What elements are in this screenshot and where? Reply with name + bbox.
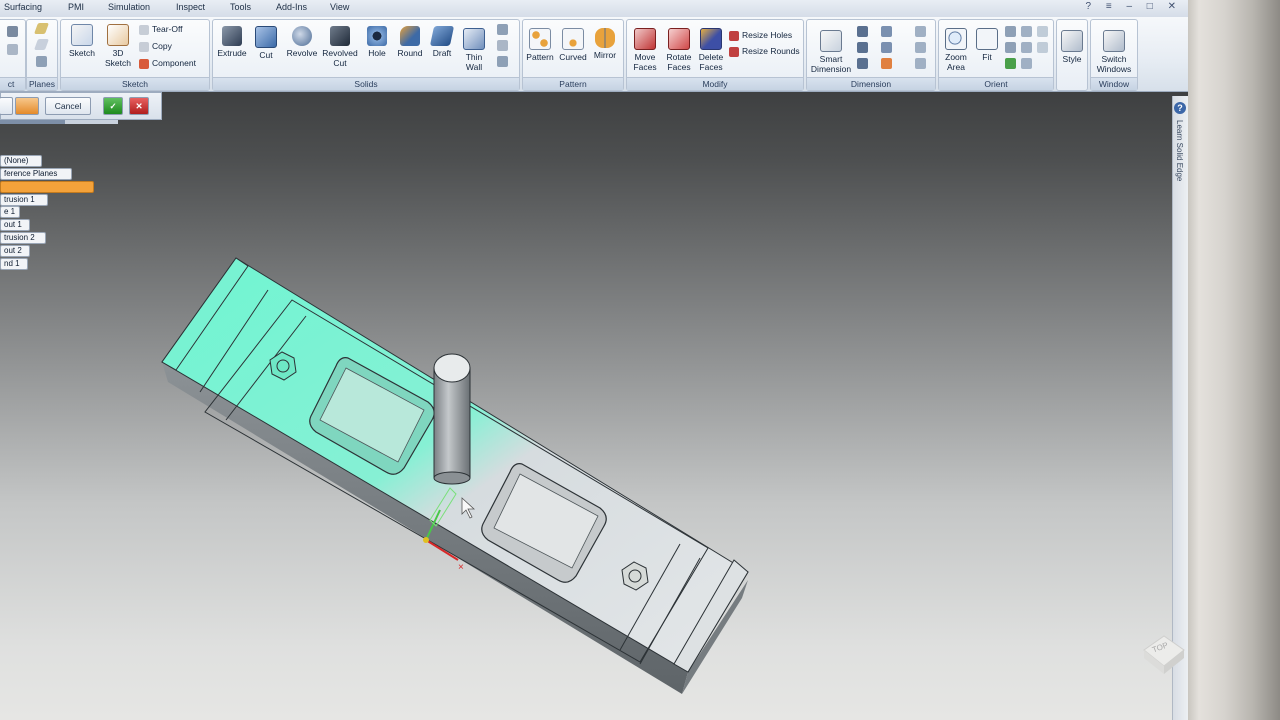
monitor-bezel bbox=[1188, 0, 1280, 720]
learn-solid-edge-tab[interactable]: Learn Solid Edge bbox=[1175, 120, 1184, 181]
cylindrical-pin bbox=[433, 353, 471, 485]
side-panel-strip bbox=[1172, 96, 1188, 720]
help-icon[interactable]: ? bbox=[1174, 102, 1186, 114]
svg-text:×: × bbox=[458, 562, 464, 573]
cad-application-window: Surfacing PMI Simulation Inspect Tools A… bbox=[0, 0, 1188, 720]
model-viewport[interactable]: × bbox=[0, 0, 1188, 720]
view-cube[interactable] bbox=[1140, 630, 1188, 678]
